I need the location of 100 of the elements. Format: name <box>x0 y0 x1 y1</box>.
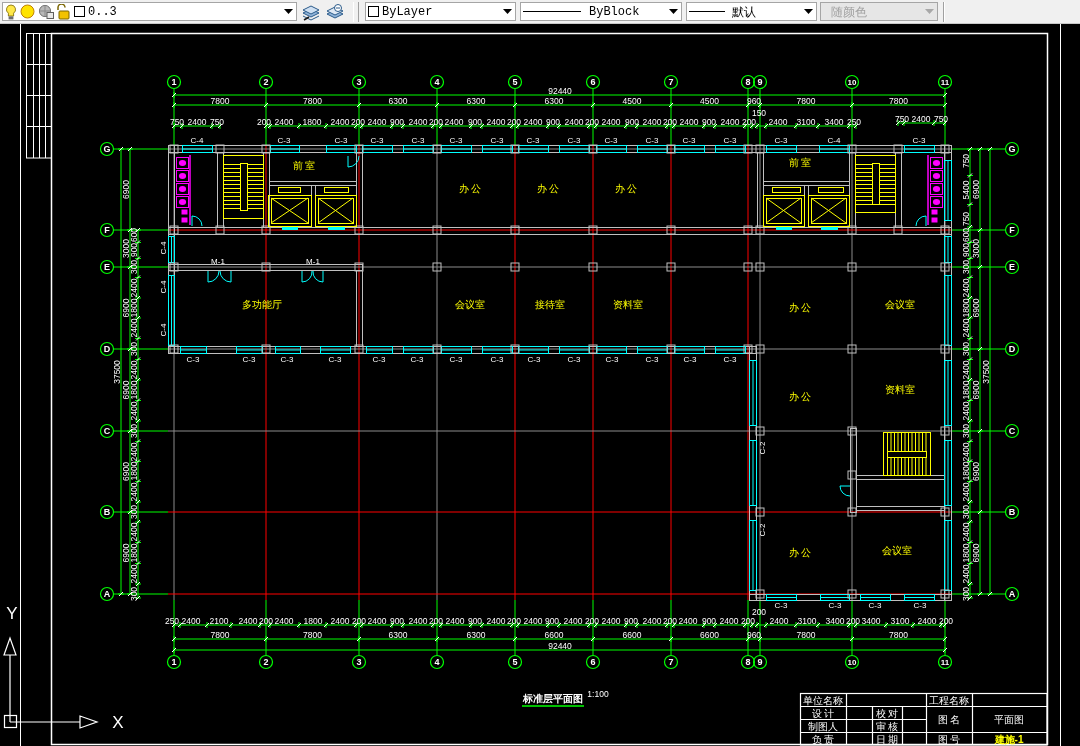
door-tag: M-1 <box>211 256 225 266</box>
axis-marker: F <box>99 222 115 238</box>
dimension-text: 2400 <box>960 360 971 380</box>
dimension-text: 200 <box>662 116 678 127</box>
axis-marker: 11 <box>937 654 953 670</box>
axis-marker: A <box>1004 586 1020 602</box>
window-tag: C-2 <box>757 441 767 455</box>
door <box>207 270 232 283</box>
dimension-text: 3100 <box>890 615 910 626</box>
window-tag: C-3 <box>186 355 200 364</box>
column <box>261 225 271 235</box>
axis-marker: 1 <box>166 74 182 90</box>
door-tag: M-1 <box>306 256 320 266</box>
window <box>859 594 891 601</box>
dimension-text: 6900 <box>970 462 981 481</box>
window-tag: C-3 <box>567 355 581 364</box>
dimension-text: 2400 <box>408 615 428 626</box>
dimension-text: 6900 <box>120 462 131 481</box>
dimension-text: 1800 <box>129 543 139 563</box>
sun-icon[interactable] <box>20 4 35 19</box>
dimension-text: 2400 <box>129 442 139 462</box>
caret-icon <box>804 8 813 15</box>
room-name: 办 公 <box>458 182 482 194</box>
dimension-text: 6300 <box>544 95 564 106</box>
dimension-text: 2400 <box>486 116 506 127</box>
title-block-label: 单位名称 <box>803 694 843 706</box>
sun-window-icon[interactable] <box>38 4 54 19</box>
window-tag: C-3 <box>490 355 504 364</box>
lightbulb-icon[interactable] <box>5 3 17 20</box>
window-tag: C-4 <box>158 323 168 337</box>
room-name: 会议室 <box>885 298 915 310</box>
axis-marker: 7 <box>663 654 679 670</box>
dimension-text: 900 <box>467 116 483 127</box>
column <box>510 262 520 272</box>
elevator-shaft <box>808 195 850 227</box>
window <box>168 274 175 346</box>
dimension-text: 6900 <box>120 543 131 563</box>
dimension-text: 2400 <box>486 615 506 626</box>
column <box>666 225 676 235</box>
dimension-text: 2400 <box>238 615 258 626</box>
title-block-label: 审 核 <box>875 720 899 732</box>
color-dropdown[interactable]: ByLayer <box>365 2 516 21</box>
toilet-fixture <box>930 157 943 169</box>
column <box>893 225 903 235</box>
dimension-text: 900 <box>701 615 717 626</box>
window-tag: C-2 <box>757 523 767 537</box>
dimension-text: 2400 <box>678 615 698 626</box>
dimension-text: 7800 <box>303 629 322 640</box>
dimension-text: 2400 <box>601 116 621 127</box>
title-block-label: 制图人 <box>808 720 838 732</box>
dimension-text: 6600 <box>700 629 719 640</box>
line-sample-icon <box>523 9 581 14</box>
dimension-text: 2400 <box>679 116 699 127</box>
dimension-text: 7800 <box>210 629 230 640</box>
title-block-label: 图 号 <box>937 733 961 745</box>
dimension-text: 3000 <box>970 239 981 258</box>
window-tag: C-3 <box>723 355 737 364</box>
toilet-fixture <box>930 196 943 208</box>
axis-marker: 9 <box>752 74 768 90</box>
window-tag: C-3 <box>774 601 788 610</box>
elevator-door <box>328 226 345 230</box>
axis-marker: 4 <box>429 74 445 90</box>
linetype-dropdown[interactable]: ByBlock <box>520 2 682 21</box>
dimension-text: 300 <box>129 341 139 357</box>
dimension-text: 6900 <box>970 298 981 318</box>
axis-marker: 10 <box>844 74 860 90</box>
lineweight-dropdown[interactable]: 默认 <box>686 2 817 21</box>
dimension-text: 2400 <box>129 522 139 542</box>
window-tag: C-3 <box>683 355 697 364</box>
axis-marker: 6 <box>585 654 601 670</box>
dimension-text: 6900 <box>120 298 131 318</box>
dimension-text: 37500 <box>980 360 991 384</box>
dimension-text: 6300 <box>466 95 486 106</box>
padlock-icon[interactable] <box>57 3 71 20</box>
layer-dropdown[interactable]: 0..3 <box>2 2 297 21</box>
window-tag: C-3 <box>328 355 342 364</box>
staircase <box>883 432 931 476</box>
dimension-text: 750 <box>933 113 949 124</box>
window-tag: C-3 <box>370 135 384 145</box>
color-swatch-icon <box>74 6 85 17</box>
door <box>839 485 851 497</box>
door <box>347 155 360 168</box>
window-tag: C-3 <box>828 601 842 610</box>
toilet-fixture <box>176 157 189 169</box>
dimension-text: 2400 <box>129 318 139 338</box>
axis-marker: 7 <box>663 74 679 90</box>
axis-marker: D <box>1004 341 1020 357</box>
column <box>847 426 857 436</box>
column <box>755 426 765 436</box>
layers-icon[interactable] <box>325 2 345 21</box>
title-block-label: 日 期 <box>875 733 899 745</box>
axis-marker: F <box>1004 222 1020 238</box>
staircase <box>222 155 264 219</box>
dimension-text: 37500 <box>111 360 122 384</box>
dimension-text: 6900 <box>120 180 131 199</box>
axis-marker: 8 <box>740 74 756 90</box>
axis-marker: E <box>99 259 115 275</box>
title-block-label: 工程名称 <box>929 694 969 706</box>
dimension-text: 2400 <box>523 116 543 127</box>
dimension-text: 7800 <box>796 95 816 106</box>
